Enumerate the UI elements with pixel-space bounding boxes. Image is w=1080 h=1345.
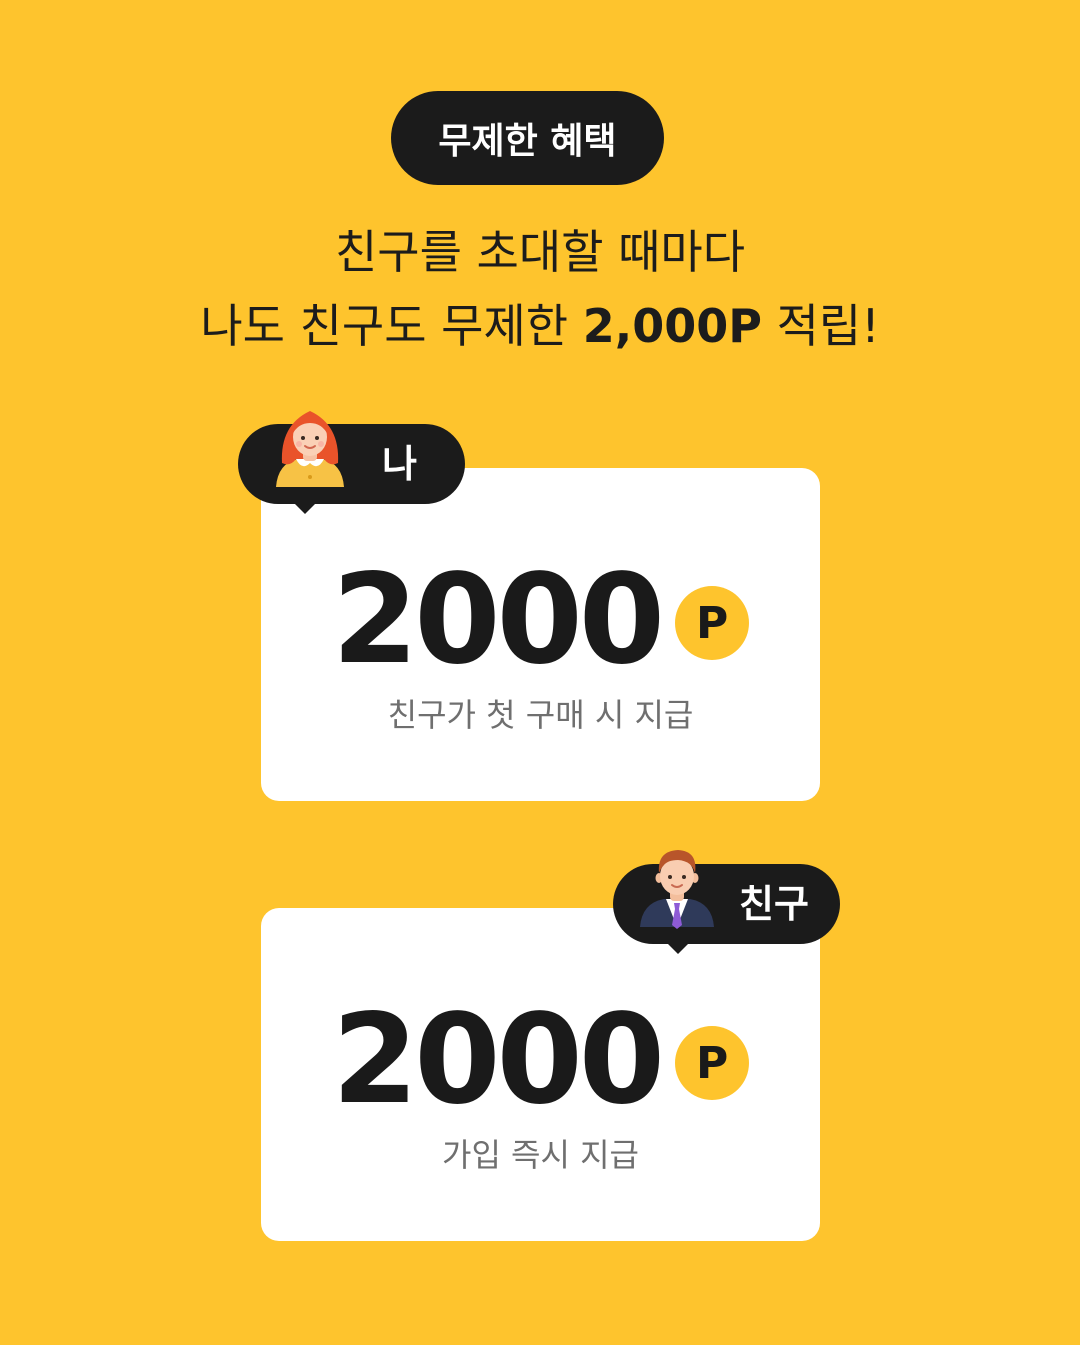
man-avatar-icon	[640, 850, 714, 929]
friend-tag-pointer	[667, 943, 689, 954]
me-tag-label: 나	[382, 442, 417, 486]
me-tag-pointer	[294, 503, 316, 514]
my-reward-card: 2000 P 친구가 첫 구매 시 지급	[261, 468, 820, 801]
point-coin-icon: P	[675, 1026, 750, 1100]
friend-reward-card: 2000 P 가입 즉시 지급	[261, 908, 820, 1241]
woman-avatar-icon	[276, 411, 344, 487]
headline-line-2: 나도 친구도 무제한 2,000P 적립!	[0, 296, 1080, 356]
badge-label: 무제한 혜택	[438, 121, 617, 162]
headline-line-1: 친구를 초대할 때마다	[334, 225, 746, 279]
my-reward-caption: 친구가 첫 구매 시 지급	[387, 696, 694, 734]
unlimited-benefit-badge: 무제한 혜택	[391, 91, 664, 185]
friend-tag-label: 친구	[739, 882, 809, 926]
headline-points-highlight: 2,000P	[582, 299, 762, 353]
friend-reward-amount-row: 2000 P	[261, 998, 820, 1122]
friend-reward-amount: 2000	[331, 988, 665, 1132]
headline-line-2-suffix: 적립!	[761, 299, 880, 353]
headline-line-2-prefix: 나도 친구도 무제한	[200, 299, 583, 353]
point-coin-icon: P	[675, 586, 750, 660]
my-reward-amount: 2000	[331, 548, 665, 692]
friend-reward-caption: 가입 즉시 지급	[442, 1136, 639, 1174]
my-reward-amount-row: 2000 P	[261, 558, 820, 682]
